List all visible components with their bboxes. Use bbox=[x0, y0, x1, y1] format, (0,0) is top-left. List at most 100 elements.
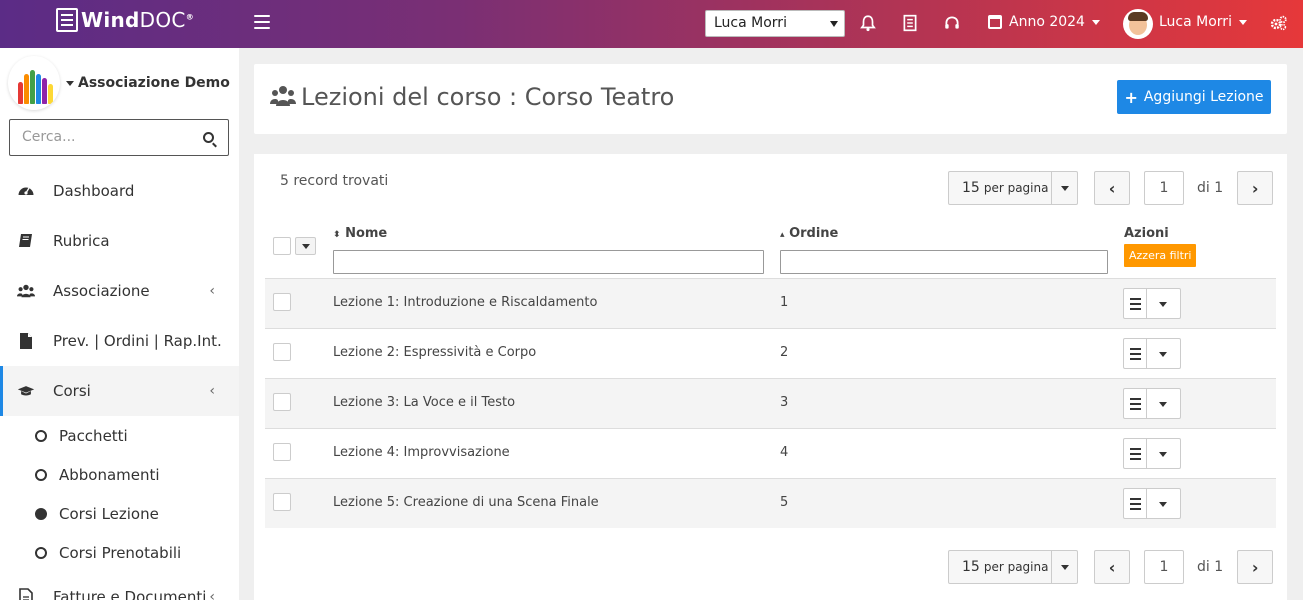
invoice-icon bbox=[19, 588, 33, 600]
per-page-suffix: per pagina bbox=[983, 560, 1049, 574]
lessons-list: 5 record trovati 15 per pagina ‹ 1 di 1 … bbox=[254, 154, 1287, 600]
chevron-down-icon[interactable] bbox=[1147, 438, 1181, 469]
org-switcher[interactable]: Associazione Demo bbox=[8, 56, 230, 110]
chevron-down-icon[interactable] bbox=[1052, 171, 1078, 205]
sidebar-item-dashboard[interactable]: Dashboard bbox=[0, 166, 239, 216]
chevron-down-icon bbox=[1091, 19, 1100, 25]
chevron-down-icon[interactable] bbox=[1147, 488, 1181, 519]
user-select[interactable]: Luca Morri bbox=[705, 10, 845, 37]
row-checkbox[interactable] bbox=[273, 393, 291, 411]
add-lesson-button[interactable]: + Aggiungi Lezione bbox=[1117, 80, 1271, 114]
settings-icon[interactable] bbox=[1270, 14, 1288, 32]
receipt-icon[interactable] bbox=[901, 14, 919, 32]
logo-registered: ® bbox=[185, 12, 194, 22]
sidebar-subitem-corsi-prenotabili[interactable]: Corsi Prenotabili bbox=[0, 533, 239, 572]
per-page-select[interactable]: 15 per pagina bbox=[948, 550, 1052, 584]
chevron-down-icon[interactable] bbox=[1052, 550, 1078, 584]
chevron-left-icon: ‹ bbox=[209, 589, 215, 600]
reset-filters-button[interactable]: Azzera filtri bbox=[1124, 244, 1197, 267]
chevron-down-icon[interactable] bbox=[1147, 288, 1181, 319]
sidebar-subitem-label: Abbonamenti bbox=[59, 465, 160, 484]
row-checkbox[interactable] bbox=[273, 293, 291, 311]
sidebar-subitem-pacchetti[interactable]: Pacchetti bbox=[0, 416, 239, 455]
sidebar-subitem-corsi-lezione[interactable]: Corsi Lezione bbox=[0, 494, 239, 533]
row-checkbox[interactable] bbox=[273, 493, 291, 511]
sort-icon: ⬍ bbox=[333, 230, 341, 240]
row-ordine: 3 bbox=[780, 395, 789, 410]
sidebar-item-label: Rubrica bbox=[53, 232, 110, 250]
windoc-logo[interactable]: WindDOC® bbox=[56, 8, 194, 32]
year-selector[interactable]: Anno 2024 bbox=[988, 14, 1100, 30]
year-label: Anno 2024 bbox=[1009, 14, 1085, 30]
add-lesson-label: Aggiungi Lezione bbox=[1143, 89, 1264, 105]
next-page-button[interactable]: › bbox=[1237, 550, 1274, 584]
row-checkbox[interactable] bbox=[273, 443, 291, 461]
bulk-actions-dropdown[interactable] bbox=[295, 237, 316, 255]
table-row: Lezione 3: La Voce e il Testo 3 bbox=[265, 378, 1276, 428]
circle-icon bbox=[35, 429, 47, 442]
row-actions bbox=[1123, 438, 1181, 469]
calendar-icon bbox=[988, 15, 1002, 29]
row-actions bbox=[1123, 388, 1181, 419]
graduation-cap-icon bbox=[17, 386, 35, 396]
users-icon bbox=[270, 86, 296, 106]
pagination-bottom: 15 per pagina ‹ 1 di 1 › bbox=[948, 550, 1274, 584]
chevron-down-icon[interactable] bbox=[1147, 338, 1181, 369]
user-select-value: Luca Morri bbox=[714, 15, 787, 31]
page-input[interactable]: 1 bbox=[1144, 550, 1184, 584]
page-header: Lezioni del corso : Corso Teatro + Aggiu… bbox=[254, 64, 1287, 134]
sidebar-item-fatture[interactable]: Fatture e Documenti ‹ bbox=[0, 572, 239, 600]
next-page-button[interactable]: › bbox=[1237, 171, 1274, 205]
menu-icon[interactable] bbox=[1123, 388, 1147, 419]
select-all-checkbox[interactable] bbox=[273, 237, 291, 255]
plus-icon: + bbox=[1124, 87, 1138, 107]
page-of: di 1 bbox=[1197, 559, 1224, 575]
column-header-ordine[interactable]: ▴ Ordine bbox=[780, 226, 838, 241]
row-ordine: 2 bbox=[780, 345, 789, 360]
row-nome: Lezione 5: Creazione di una Scena Finale bbox=[333, 495, 599, 510]
filled-circle-icon bbox=[35, 507, 47, 520]
circle-icon bbox=[35, 468, 47, 481]
search-icon[interactable] bbox=[203, 132, 214, 143]
sidebar-item-label: Dashboard bbox=[53, 182, 135, 200]
search-input[interactable]: Cerca... bbox=[9, 119, 229, 156]
table-row: Lezione 4: Improvvisazione 4 bbox=[265, 428, 1276, 478]
chevron-down-icon bbox=[1238, 19, 1247, 25]
page-input[interactable]: 1 bbox=[1144, 171, 1184, 205]
prev-page-button[interactable]: ‹ bbox=[1094, 550, 1130, 584]
row-nome: Lezione 3: La Voce e il Testo bbox=[333, 395, 516, 410]
menu-icon[interactable] bbox=[1123, 288, 1147, 319]
menu-toggle-icon[interactable] bbox=[254, 15, 270, 29]
logo-wind: Wind bbox=[81, 8, 140, 32]
headset-icon[interactable] bbox=[943, 14, 961, 32]
sidebar-item-associazione[interactable]: Associazione ‹ bbox=[0, 266, 239, 316]
row-nome: Lezione 4: Improvvisazione bbox=[333, 445, 510, 460]
per-page-value: 15 bbox=[962, 180, 980, 196]
bell-icon[interactable] bbox=[859, 14, 877, 32]
row-actions bbox=[1123, 338, 1181, 369]
sidebar-subitem-label: Corsi Lezione bbox=[59, 504, 159, 523]
user-menu[interactable]: Luca Morri bbox=[1159, 14, 1247, 30]
nome-filter-input[interactable] bbox=[333, 250, 764, 274]
book-icon bbox=[19, 234, 32, 247]
chevron-left-icon: ‹ bbox=[209, 383, 215, 399]
menu-icon[interactable] bbox=[1123, 488, 1147, 519]
dashboard-icon bbox=[18, 187, 34, 195]
sidebar-item-preventivi[interactable]: Prev. | Ordini | Rap.Int. bbox=[0, 316, 239, 366]
search-placeholder: Cerca... bbox=[22, 129, 76, 145]
row-checkbox[interactable] bbox=[273, 343, 291, 361]
menu-icon[interactable] bbox=[1123, 438, 1147, 469]
menu-icon[interactable] bbox=[1123, 338, 1147, 369]
sidebar-subitem-abbonamenti[interactable]: Abbonamenti bbox=[0, 455, 239, 494]
avatar[interactable] bbox=[1123, 9, 1153, 39]
column-header-azioni: Azioni bbox=[1124, 226, 1169, 241]
sidebar-item-rubrica[interactable]: Rubrica bbox=[0, 216, 239, 266]
per-page-select[interactable]: 15 per pagina bbox=[948, 171, 1052, 205]
row-nome: Lezione 2: Espressività e Corpo bbox=[333, 345, 537, 360]
prev-page-button[interactable]: ‹ bbox=[1094, 171, 1130, 205]
ordine-filter-input[interactable] bbox=[780, 250, 1108, 274]
chevron-down-icon[interactable] bbox=[1147, 388, 1181, 419]
column-header-nome[interactable]: ⬍ Nome bbox=[333, 226, 387, 241]
sidebar-item-corsi[interactable]: Corsi ‹ bbox=[0, 366, 239, 416]
file-icon bbox=[20, 333, 32, 349]
